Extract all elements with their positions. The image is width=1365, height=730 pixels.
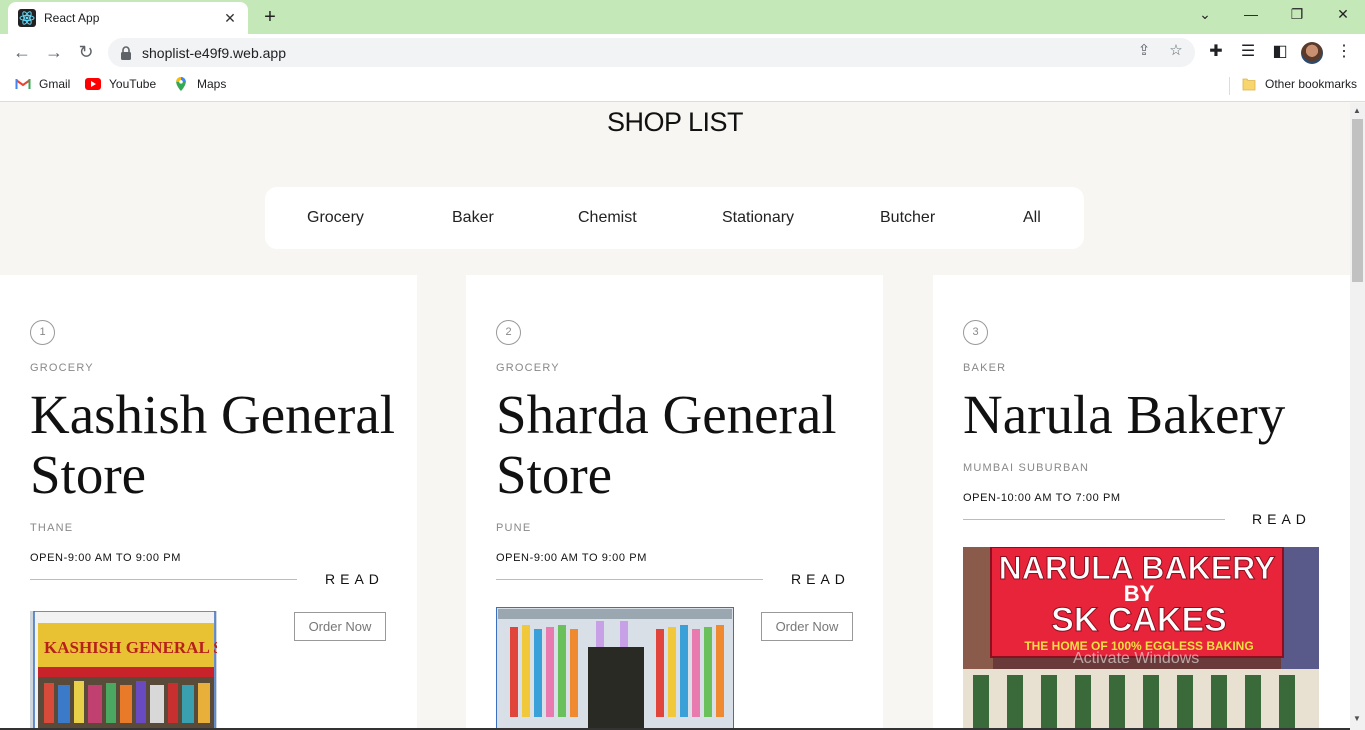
side-panel-icon[interactable]: ◧ — [1269, 41, 1291, 63]
shop-card: 2 GROCERY Sharda General Store PUNE OPEN… — [466, 275, 883, 730]
new-tab-button[interactable]: + — [260, 6, 280, 28]
browser-toolbar: ← → ↻ shoplist-e49f9.web.app ⇪ ☆ ✚ ☰ ◧ ⋮ — [0, 34, 1365, 70]
bookmark-label: YouTube — [109, 77, 157, 91]
shop-photo: KASHISH GENERAL STORE — [30, 611, 217, 730]
other-bookmarks-label: Other bookmarks — [1265, 77, 1358, 91]
tab-title: React App — [44, 11, 100, 25]
close-window-icon[interactable]: ✕ — [1333, 6, 1353, 23]
shop-hours: OPEN-9:00 AM TO 9:00 PM — [496, 552, 647, 564]
divider-line — [30, 579, 297, 580]
narula-bakery-photo: NARULA BAKERY BY SK CAKES THE HOME OF 10… — [963, 547, 1319, 730]
bookmarks-bar: Gmail YouTube Maps Other bookmarks — [0, 70, 1365, 102]
shop-category: GROCERY — [30, 362, 94, 374]
back-icon[interactable]: ← — [11, 41, 33, 63]
photo-sign-text: KASHISH GENERAL STORE — [44, 638, 217, 657]
filter-chemist[interactable]: Chemist — [578, 209, 637, 227]
read-link[interactable]: READ — [1252, 511, 1311, 527]
bookmark-label: Gmail — [39, 77, 71, 91]
tab-search-chevron-icon[interactable]: ⌄ — [1195, 6, 1215, 23]
divider-line — [963, 519, 1225, 520]
media-queue-icon[interactable]: ☰ — [1237, 41, 1259, 63]
shop-name: Narula Bakery — [963, 384, 1286, 445]
extensions-icon[interactable]: ✚ — [1205, 41, 1227, 63]
shop-category: GROCERY — [496, 362, 560, 374]
filter-butcher[interactable]: Butcher — [880, 209, 935, 227]
order-now-button[interactable]: Order Now — [294, 612, 386, 641]
bookmarks-divider — [1229, 77, 1230, 95]
profile-avatar[interactable] — [1301, 42, 1323, 64]
kashish-store-photo: KASHISH GENERAL STORE — [30, 611, 217, 730]
order-now-button[interactable]: Order Now — [761, 612, 853, 641]
shop-category: BAKER — [963, 362, 1007, 374]
category-filter-bar: Grocery Baker Chemist Stationary Butcher… — [265, 187, 1084, 249]
bookmark-youtube[interactable]: YouTube — [85, 77, 156, 91]
share-icon[interactable]: ⇪ — [1135, 41, 1153, 59]
gmail-icon — [15, 79, 31, 89]
shop-card: 1 GROCERY Kashish General Store THANE OP… — [0, 275, 417, 730]
reload-icon[interactable]: ↻ — [75, 41, 97, 63]
page-scrollbar[interactable]: ▲ ▼ — [1350, 103, 1365, 730]
bookmark-star-icon[interactable]: ☆ — [1167, 41, 1185, 59]
close-tab-icon[interactable]: ✕ — [222, 10, 238, 27]
shop-photo — [496, 607, 734, 730]
bookmark-gmail[interactable]: Gmail — [15, 77, 70, 91]
filter-all[interactable]: All — [1023, 209, 1041, 227]
shop-name: Sharda General Store — [496, 384, 837, 505]
scroll-down-icon[interactable]: ▼ — [1353, 714, 1361, 723]
read-link[interactable]: READ — [791, 571, 850, 587]
shop-photo: NARULA BAKERY BY SK CAKES THE HOME OF 10… — [963, 547, 1319, 730]
bookmark-label: Maps — [197, 77, 227, 91]
other-bookmarks[interactable]: Other bookmarks — [1241, 77, 1357, 91]
url-text: shoplist-e49f9.web.app — [142, 44, 286, 61]
filter-baker[interactable]: Baker — [452, 209, 494, 227]
shop-name: Kashish General Store — [30, 384, 396, 505]
divider-line — [496, 579, 763, 580]
menu-kebab-icon[interactable]: ⋮ — [1333, 41, 1355, 63]
scrollbar-thumb[interactable] — [1352, 119, 1363, 282]
react-icon — [18, 9, 36, 27]
bookmark-maps[interactable]: Maps — [173, 77, 226, 91]
card-number-badge: 1 — [30, 320, 55, 345]
sharda-store-photo — [496, 607, 734, 730]
address-bar[interactable]: shoplist-e49f9.web.app — [108, 38, 1195, 67]
browser-tab[interactable]: React App ✕ — [8, 2, 248, 34]
lock-icon — [121, 45, 131, 60]
photo-sign-line-3: SK CAKES — [1051, 601, 1227, 639]
restore-icon[interactable]: ❐ — [1287, 6, 1307, 23]
page-title: SHOP LIST — [606, 107, 744, 137]
read-link[interactable]: READ — [325, 571, 384, 587]
shop-hours: OPEN-9:00 AM TO 9:00 PM — [30, 552, 181, 564]
folder-icon — [1242, 78, 1256, 91]
card-number-badge: 3 — [963, 320, 988, 345]
scroll-up-icon[interactable]: ▲ — [1353, 106, 1361, 115]
maps-icon — [176, 77, 186, 91]
forward-icon[interactable]: → — [43, 41, 65, 63]
youtube-icon — [85, 78, 101, 90]
shop-location: MUMBAI SUBURBAN — [963, 462, 1090, 474]
shop-location: PUNE — [496, 522, 532, 534]
browser-tab-strip: React App ✕ + ⌄ — ❐ ✕ — [0, 0, 1365, 34]
filter-stationary[interactable]: Stationary — [722, 209, 794, 227]
shop-hours: OPEN-10:00 AM TO 7:00 PM — [963, 492, 1121, 504]
activate-windows-watermark: Activate Windows — [1073, 650, 1200, 667]
minimize-icon[interactable]: — — [1241, 6, 1261, 22]
shop-location: THANE — [30, 522, 74, 534]
page-content: SHOP LIST Grocery Baker Chemist Stationa… — [0, 103, 1350, 730]
filter-grocery[interactable]: Grocery — [307, 209, 364, 227]
card-number-badge: 2 — [496, 320, 521, 345]
